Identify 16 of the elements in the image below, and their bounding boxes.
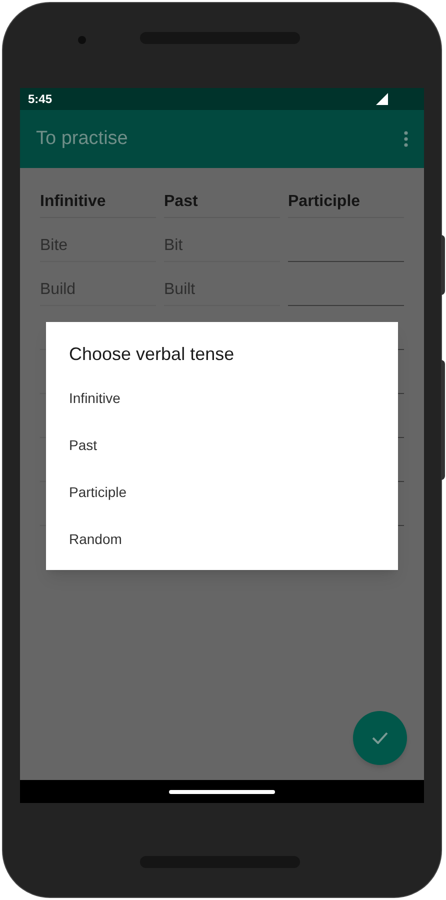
- dialog-option[interactable]: Random: [69, 516, 375, 563]
- dialog-option[interactable]: Infinitive: [69, 375, 375, 422]
- more-options-icon[interactable]: [404, 131, 408, 147]
- clock-time: 5:45: [28, 91, 52, 108]
- dialog-title: Choose verbal tense: [69, 343, 236, 366]
- dialog-option[interactable]: Participle: [69, 469, 375, 516]
- check-icon: [372, 732, 388, 744]
- column-header: Participle: [288, 188, 404, 218]
- app-title: To practise: [36, 126, 128, 151]
- column-header: Infinitive: [40, 188, 156, 218]
- confirm-button[interactable]: [353, 711, 407, 765]
- dialog-option[interactable]: Past: [69, 422, 375, 469]
- home-handle[interactable]: [169, 790, 275, 794]
- side-button[interactable]: [441, 235, 445, 295]
- column-header: Past: [164, 188, 280, 218]
- signal-icon: [376, 93, 388, 105]
